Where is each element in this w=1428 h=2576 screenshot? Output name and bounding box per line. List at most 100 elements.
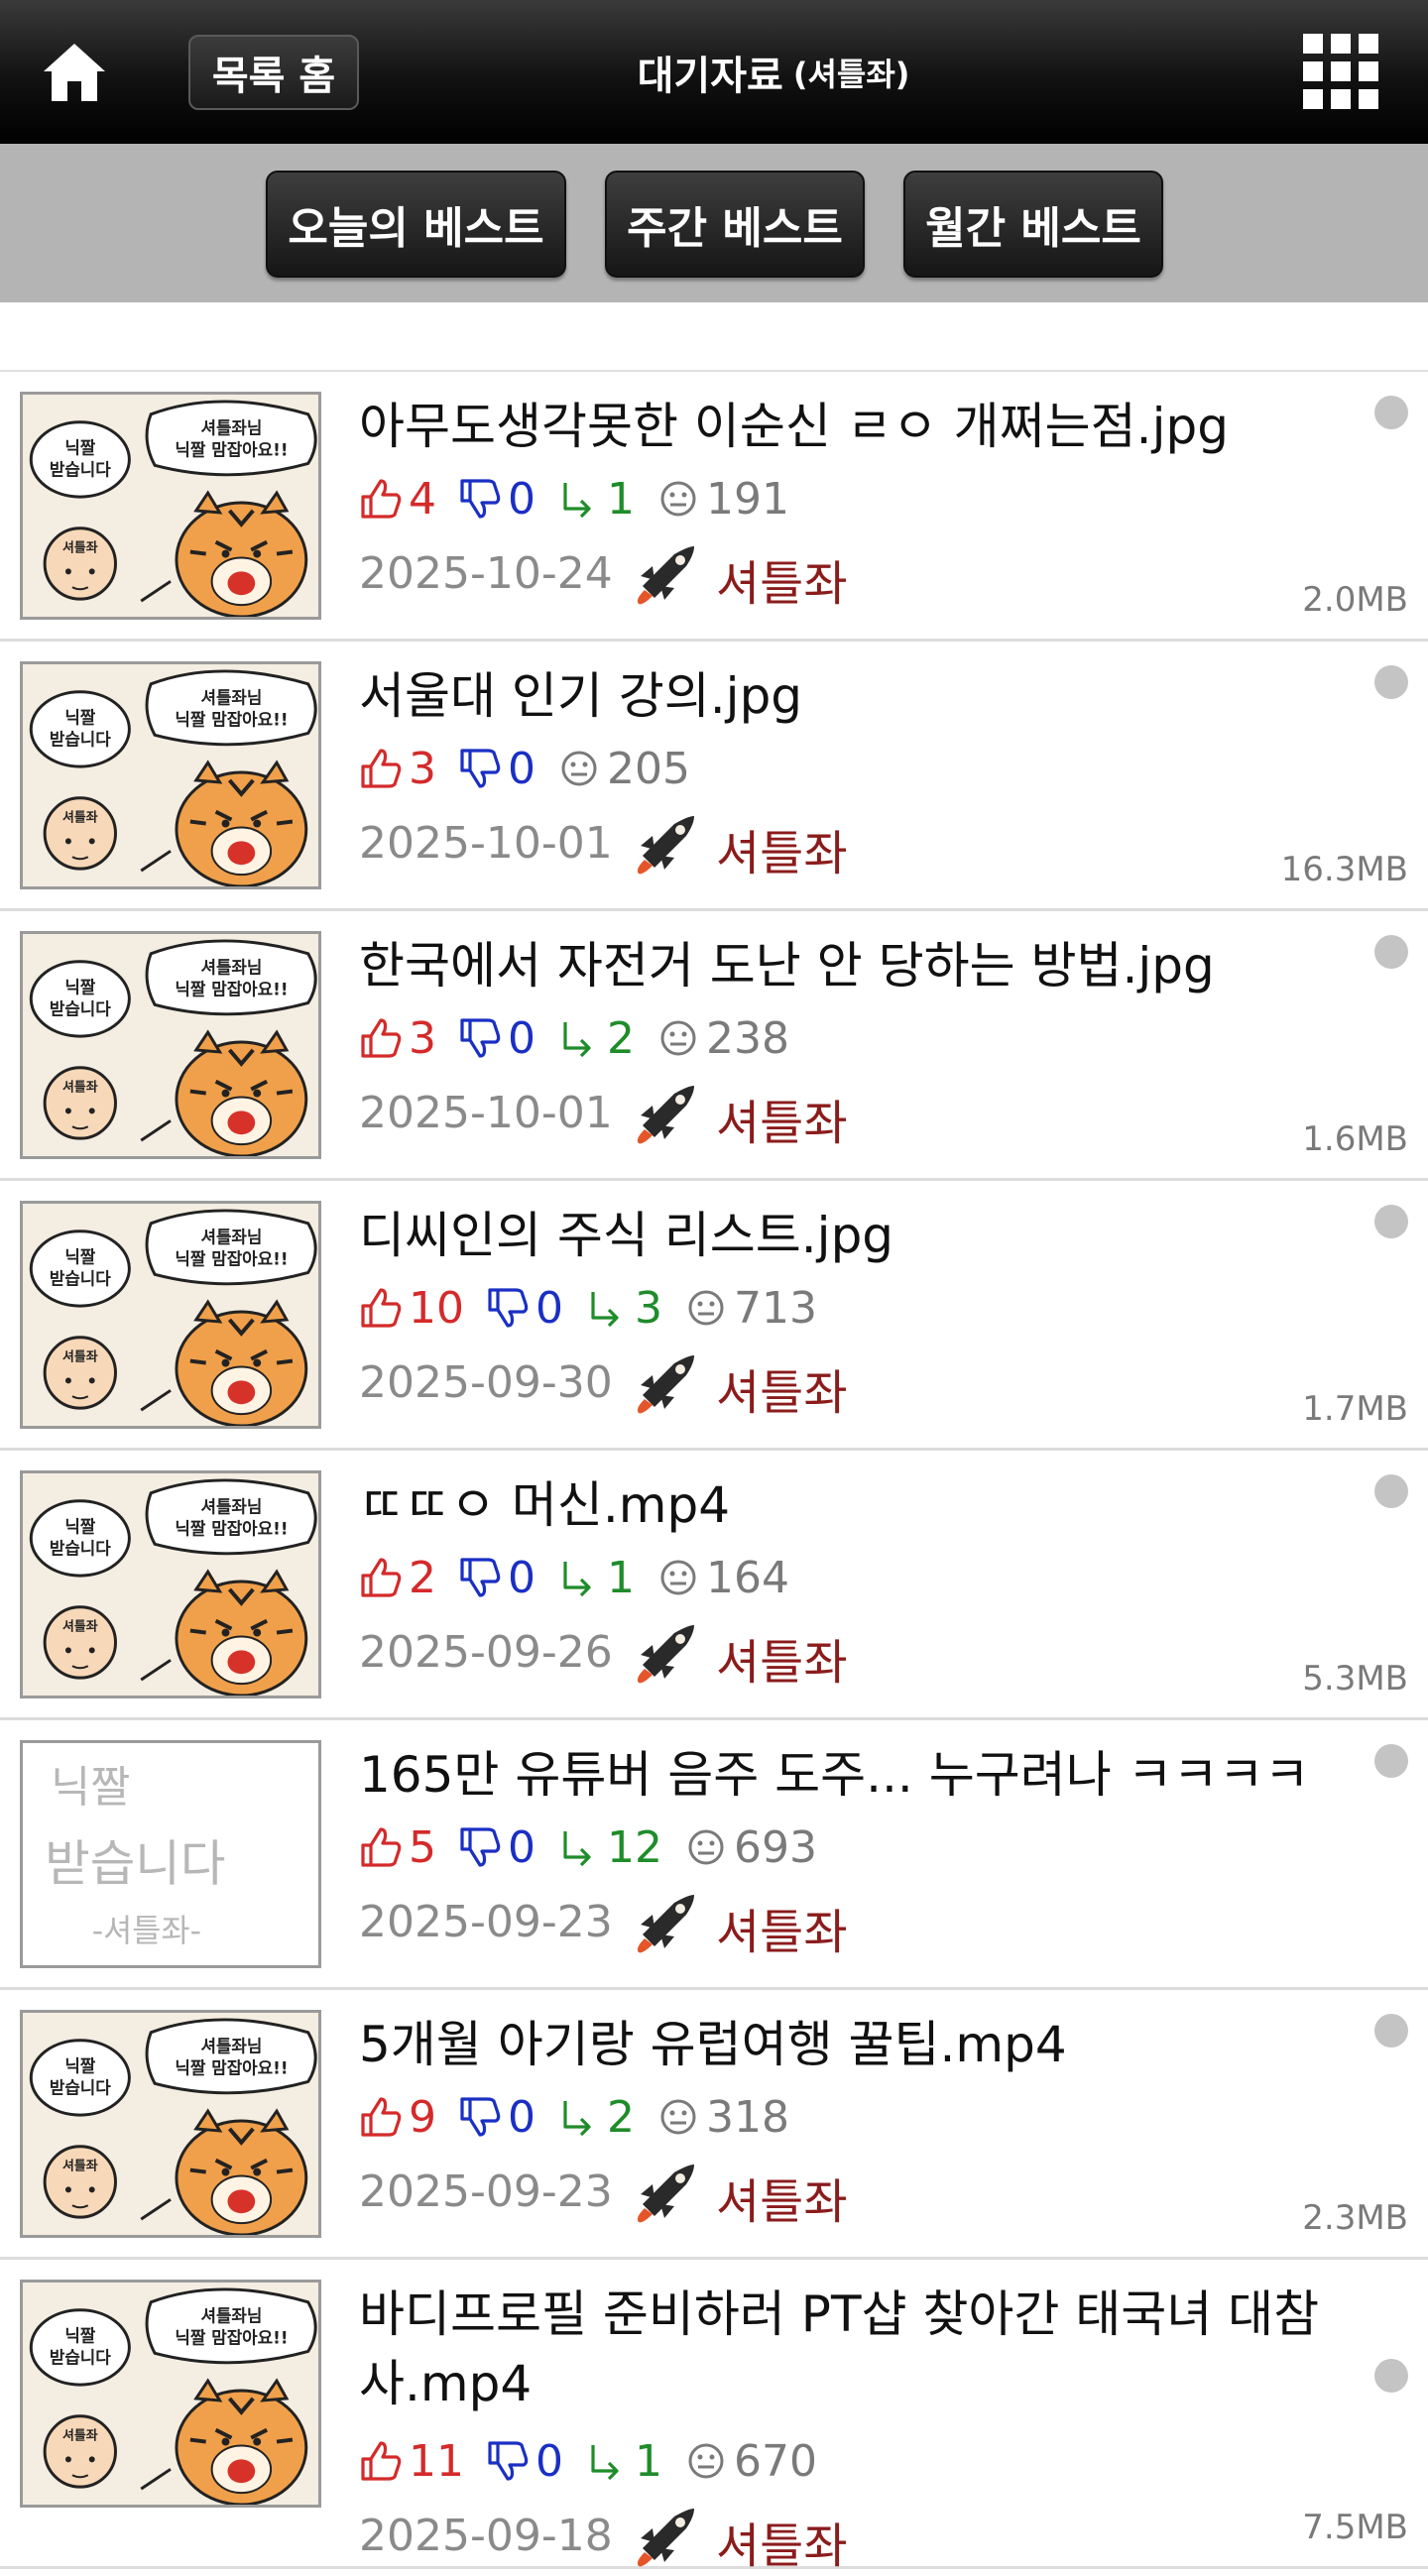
status-dot: [1374, 2014, 1408, 2048]
thumbs-up-icon: [361, 1827, 402, 1867]
post-stats: 4 0 1 191: [359, 471, 811, 527]
list-item[interactable]: 닉짤 받습니다 셔틀좌님 닉짤 맘잡아요!! 셔틀좌 아무도생각못한 이순신 ㄹ…: [0, 372, 1428, 642]
post-thumbnail[interactable]: 닉짤 받습니다 셔틀좌님 닉짤 맘잡아요!! 셔틀좌: [20, 1470, 321, 1698]
post-author[interactable]: 셔틀좌: [716, 2163, 847, 2232]
svg-text:셔틀좌님: 셔틀좌님: [200, 1497, 262, 1517]
post-title[interactable]: 바디프로필 준비하러 PT샵 찾아간 태국녀 대참사.mp4: [359, 2280, 1351, 2418]
list-item[interactable]: 닉짤 받습니다 셔틀좌님 닉짤 맘잡아요!! 셔틀좌 디씨인의 주식 리스트.j…: [0, 1181, 1428, 1451]
post-author[interactable]: 셔틀좌: [716, 1084, 847, 1153]
svg-text:셔틀좌님: 셔틀좌님: [200, 418, 262, 438]
svg-text:셔틀좌: 셔틀좌: [62, 2159, 98, 2174]
reply-count: 1: [585, 2436, 662, 2487]
post-thumbnail[interactable]: 닉짤 받습니다 셔틀좌님 닉짤 맘잡아요!! 셔틀좌: [20, 931, 321, 1159]
list-item[interactable]: 닉짤 받습니다 셔틀좌님 닉짤 맘잡아요!! 셔틀좌 한국에서 자전거 도난 안…: [0, 911, 1428, 1181]
best-tab-bar: 오늘의 베스트 주간 베스트 월간 베스트: [0, 144, 1428, 302]
reply-value: 1: [607, 473, 635, 525]
list-home-button[interactable]: 목록 홈: [188, 35, 359, 110]
rocket-icon: [635, 540, 700, 606]
post-author[interactable]: 셔틀좌: [716, 1353, 847, 1423]
post-thumbnail[interactable]: 닉짤 받습니다 셔틀좌님 닉짤 맘잡아요!! 셔틀좌: [20, 661, 321, 889]
view-face-icon: [660, 481, 696, 517]
list-item[interactable]: 닉짤 받습니다 셔틀좌님 닉짤 맘잡아요!! 셔틀좌 5개월 아기랑 유럽여행 …: [0, 1990, 1428, 2260]
list-item[interactable]: 닉짤 받습니다 셔틀좌님 닉짤 맘잡아요!! 셔틀좌 바디프로필 준비하러 PT…: [0, 2260, 1428, 2574]
reply-value: 12: [607, 1821, 662, 1873]
post-thumbnail[interactable]: 닉짤 받습니다 셔틀좌님 닉짤 맘잡아요!! 셔틀좌: [20, 392, 321, 620]
comic-thumbnail-image: 닉짤 받습니다 셔틀좌님 닉짤 맘잡아요!! 셔틀좌: [23, 2013, 318, 2235]
reply-arrow-icon: [563, 1831, 591, 1867]
down-count: 0: [458, 1822, 536, 1873]
post-stats: 10 0 3 713: [359, 1280, 839, 1336]
post-author[interactable]: 셔틀좌: [716, 544, 847, 614]
thumbs-up-icon: [361, 1558, 402, 1597]
svg-text:닉짤: 닉짤: [64, 2325, 95, 2345]
post-title[interactable]: 서울대 인기 강의.jpg: [359, 661, 1351, 731]
comic-thumbnail-image: 닉짤 받습니다 셔틀좌님 닉짤 맘잡아요!! 셔틀좌: [23, 934, 318, 1156]
reply-value: 1: [607, 1552, 635, 1603]
file-size: 2.3MB: [1302, 2198, 1408, 2238]
view-face-icon: [688, 2443, 724, 2479]
list-item[interactable]: 닉짤 받습니다 셔틀좌님 닉짤 맘잡아요!! 셔틀좌 서울대 인기 강의.jpg…: [0, 642, 1428, 911]
thumbs-down-icon: [488, 2441, 529, 2481]
post-title[interactable]: 165만 유튜버 음주 도주... 누구려나 ㅋㅋㅋㅋ: [359, 1740, 1351, 1810]
file-size: 5.3MB: [1302, 1659, 1408, 1698]
svg-text:셔틀좌: 셔틀좌: [62, 540, 98, 556]
svg-text:셔틀좌님: 셔틀좌님: [200, 1228, 262, 1247]
view-face-icon: [561, 751, 597, 786]
post-thumbnail[interactable]: 닉짤 받습니다 -셔틀좌-: [20, 1740, 321, 1968]
post-author[interactable]: 셔틀좌: [716, 814, 847, 883]
reply-count: 3: [585, 1283, 662, 1334]
svg-text:받습니다: 받습니다: [50, 459, 111, 479]
post-author[interactable]: 셔틀좌: [716, 2507, 847, 2576]
post-thumbnail[interactable]: 닉짤 받습니다 셔틀좌님 닉짤 맘잡아요!! 셔틀좌: [20, 2010, 321, 2238]
down-count: 0: [458, 744, 536, 794]
svg-text:셔틀좌님: 셔틀좌님: [200, 2037, 262, 2056]
tab-monthly-best[interactable]: 월간 베스트: [903, 171, 1163, 278]
svg-text:닉짤: 닉짤: [64, 977, 95, 996]
svg-text:셔틀좌: 셔틀좌: [62, 1349, 98, 1365]
status-dot: [1374, 1205, 1408, 1238]
up-count: 4: [359, 474, 436, 525]
view-value: 205: [607, 743, 690, 794]
post-title[interactable]: 한국에서 자전거 도난 안 당하는 방법.jpg: [359, 931, 1351, 1000]
list-item[interactable]: 닉짤 받습니다 -셔틀좌- 165만 유튜버 음주 도주... 누구려나 ㅋㅋㅋ…: [0, 1720, 1428, 1990]
reply-value: 1: [635, 2435, 662, 2487]
thumbs-down-icon: [460, 1558, 501, 1597]
thumbs-up-icon: [361, 2097, 402, 2137]
thumbs-up-icon: [361, 2441, 402, 2481]
post-title[interactable]: ㄸㄸㅇ 머신.mp4: [359, 1470, 1351, 1540]
view-count: 670: [684, 2436, 817, 2487]
svg-text:받습니다: 받습니다: [50, 1538, 111, 1558]
post-title[interactable]: 5개월 아기랑 유럽여행 꿀팁.mp4: [359, 2010, 1351, 2079]
post-thumbnail[interactable]: 닉짤 받습니다 셔틀좌님 닉짤 맘잡아요!! 셔틀좌: [20, 2280, 321, 2508]
reply-count: 2: [557, 1013, 635, 1064]
svg-text:받습니다: 받습니다: [50, 998, 111, 1018]
svg-text:-셔틀좌-: -셔틀좌-: [92, 1914, 201, 1949]
tab-today-best[interactable]: 오늘의 베스트: [266, 171, 566, 278]
svg-text:닉짤 맘잡아요!!: 닉짤 맘잡아요!!: [175, 2057, 288, 2077]
sketch-thumbnail-image: 닉짤 받습니다 -셔틀좌-: [23, 1743, 318, 1965]
tab-weekly-best[interactable]: 주간 베스트: [605, 171, 865, 278]
view-value: 164: [706, 1552, 789, 1603]
post-title[interactable]: 아무도생각못한 이순신 ㄹㅇ 개쩌는점.jpg: [359, 392, 1351, 461]
view-value: 670: [734, 2435, 817, 2487]
post-date: 2025-09-23: [359, 2166, 613, 2217]
svg-text:받습니다: 받습니다: [50, 2077, 111, 2097]
grid-menu-icon[interactable]: [1301, 32, 1380, 111]
down-count: 0: [458, 1553, 536, 1603]
post-author[interactable]: 셔틀좌: [716, 1893, 847, 1962]
reply-arrow-icon: [563, 2101, 591, 2137]
comic-thumbnail-image: 닉짤 받습니다 셔틀좌님 닉짤 맘잡아요!! 셔틀좌: [23, 1204, 318, 1426]
home-icon[interactable]: [40, 38, 109, 107]
post-title[interactable]: 디씨인의 주식 리스트.jpg: [359, 1201, 1351, 1270]
up-value: 2: [409, 1552, 436, 1603]
post-date: 2025-10-01: [359, 818, 613, 869]
svg-text:받습니다: 받습니다: [50, 729, 111, 749]
post-thumbnail[interactable]: 닉짤 받습니다 셔틀좌님 닉짤 맘잡아요!! 셔틀좌: [20, 1201, 321, 1429]
svg-text:닉짤: 닉짤: [64, 1246, 95, 1266]
thumbs-down-icon: [460, 749, 501, 788]
post-stats: 3 0 205: [359, 741, 712, 796]
post-author[interactable]: 셔틀좌: [716, 1623, 847, 1693]
svg-text:받습니다: 받습니다: [45, 1835, 225, 1893]
up-count: 5: [359, 1822, 436, 1873]
list-item[interactable]: 닉짤 받습니다 셔틀좌님 닉짤 맘잡아요!! 셔틀좌 ㄸㄸㅇ 머신.mp4 2 0 1…: [0, 1451, 1428, 1720]
